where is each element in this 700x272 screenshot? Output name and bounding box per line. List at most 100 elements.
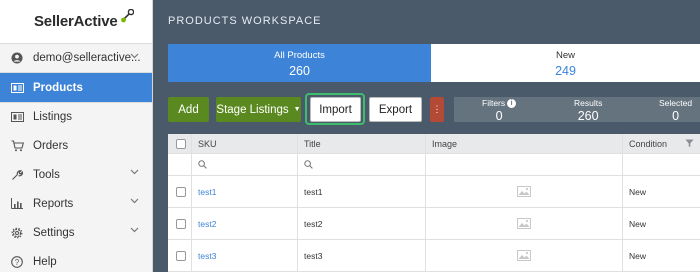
stage-listings-button[interactable]: Stage Listings ▼ xyxy=(216,97,301,122)
image-cell xyxy=(426,208,623,239)
row-checkbox[interactable] xyxy=(176,218,186,229)
products-icon xyxy=(10,81,24,95)
chart-icon xyxy=(10,197,24,211)
caret-down-icon: ▼ xyxy=(293,106,301,113)
selected-label: Selected xyxy=(659,98,693,108)
sku-cell: test3 xyxy=(192,240,298,271)
user-menu[interactable]: demo@selleractive... xyxy=(0,44,152,73)
tab-all-products[interactable]: All Products 260 xyxy=(168,44,431,82)
condition-cell: New xyxy=(629,250,647,261)
sku-cell: test1 xyxy=(192,176,298,207)
products-table: SKU Title Image Condition test1 test1 Ne… xyxy=(168,134,700,272)
column-header-title[interactable]: Title xyxy=(298,134,426,153)
selected-value: 0 xyxy=(672,109,680,123)
tab-label: New xyxy=(555,50,575,61)
listings-icon xyxy=(10,110,24,124)
condition-cell: New xyxy=(629,218,647,229)
wrench-icon xyxy=(10,168,24,182)
sidebar-item-label: Products xyxy=(33,81,83,94)
chevron-down-icon xyxy=(130,53,139,59)
sku-link[interactable]: test3 xyxy=(198,251,216,261)
image-cell xyxy=(426,176,623,207)
row-select-cell xyxy=(168,240,192,271)
add-button[interactable]: Add xyxy=(168,97,209,122)
column-header-sku[interactable]: SKU xyxy=(192,134,298,153)
tab-label: All Products xyxy=(274,50,325,61)
stats-bar: Filters i 0 Results 260 Selected 0 xyxy=(454,97,700,123)
table-header: SKU Title Image Condition xyxy=(168,134,700,154)
gear-icon xyxy=(10,226,24,240)
table-row[interactable]: test3 test3 New xyxy=(168,240,700,272)
image-placeholder-icon xyxy=(517,186,531,197)
sku-cell: test2 xyxy=(192,208,298,239)
sidebar-item-tools[interactable]: Tools xyxy=(0,160,152,189)
info-icon[interactable]: i xyxy=(507,99,517,108)
column-header-label: Condition xyxy=(629,138,668,149)
brand-logo[interactable]: SellerActive xyxy=(0,0,152,44)
chevron-down-icon xyxy=(130,227,139,233)
sidebar-item-label: Orders xyxy=(33,139,69,152)
product-tabs: All Products 260 New 249 xyxy=(168,44,700,82)
results-label: Results xyxy=(574,98,603,108)
sidebar-item-products[interactable]: Products xyxy=(0,73,152,102)
image-cell xyxy=(426,240,623,271)
sidebar-item-settings[interactable]: Settings xyxy=(0,218,152,247)
export-button[interactable]: Export xyxy=(369,97,422,122)
tab-new[interactable]: New 249 xyxy=(431,44,700,82)
sidebar-item-label: Help xyxy=(33,255,57,268)
row-checkbox[interactable] xyxy=(176,186,186,197)
sidebar: SellerActive demo@selleractive... Produc… xyxy=(0,0,153,272)
svg-text:?: ? xyxy=(15,258,20,267)
filters-stat[interactable]: Filters i 0 xyxy=(482,98,517,123)
filter-cell xyxy=(426,154,623,175)
sidebar-item-label: Settings xyxy=(33,226,75,239)
filter-icon[interactable] xyxy=(685,139,694,148)
row-select-cell xyxy=(168,176,192,207)
condition-cell: New xyxy=(629,186,647,197)
sku-link[interactable]: test1 xyxy=(198,187,216,197)
more-options-button[interactable]: ⋮ xyxy=(430,97,444,122)
selected-stat: Selected 0 xyxy=(659,98,692,123)
search-icon xyxy=(304,160,313,169)
image-placeholder-icon xyxy=(517,250,531,261)
search-icon xyxy=(198,160,207,169)
filters-value: 0 xyxy=(495,109,503,123)
sidebar-item-orders[interactable]: Orders xyxy=(0,131,152,160)
select-all-cell xyxy=(168,134,192,153)
filter-row xyxy=(168,154,700,176)
sidebar-item-label: Tools xyxy=(33,168,60,181)
sidebar-item-label: Reports xyxy=(33,197,74,210)
help-icon: ? xyxy=(10,255,24,269)
filter-cell xyxy=(168,154,192,175)
results-stat: Results 260 xyxy=(574,98,602,123)
title-filter-input[interactable] xyxy=(298,154,426,175)
workspace: PRODUCTS WORKSPACE All Products 260 New … xyxy=(153,0,700,272)
user-icon xyxy=(10,51,24,65)
filter-cell xyxy=(623,154,700,175)
column-header-image: Image xyxy=(426,134,623,153)
sidebar-item-reports[interactable]: Reports xyxy=(0,189,152,218)
image-placeholder-icon xyxy=(517,218,531,229)
sku-link[interactable]: test2 xyxy=(198,219,216,229)
sidebar-item-help[interactable]: ? Help xyxy=(0,247,152,272)
results-value: 260 xyxy=(577,109,599,123)
row-select-cell xyxy=(168,208,192,239)
row-checkbox[interactable] xyxy=(176,250,186,261)
chevron-down-icon xyxy=(130,198,139,204)
page-title: PRODUCTS WORKSPACE xyxy=(168,15,322,27)
select-all-checkbox[interactable] xyxy=(176,138,186,149)
brand-name: SellerActive xyxy=(34,13,118,30)
cart-icon xyxy=(10,139,24,153)
table-row[interactable]: test1 test1 New xyxy=(168,176,700,208)
table-row[interactable]: test2 test2 New xyxy=(168,208,700,240)
sidebar-item-listings[interactable]: Listings xyxy=(0,102,152,131)
logo-icon xyxy=(121,8,135,22)
title-cell: test1 xyxy=(298,176,426,207)
tab-count: 249 xyxy=(555,64,576,78)
import-button[interactable]: Import xyxy=(310,97,361,122)
title-cell: test3 xyxy=(298,240,426,271)
column-header-condition[interactable]: Condition xyxy=(623,134,700,153)
vertical-dots-icon: ⋮ xyxy=(432,104,442,114)
sku-filter-input[interactable] xyxy=(192,154,298,175)
sidebar-item-label: Listings xyxy=(33,111,72,123)
